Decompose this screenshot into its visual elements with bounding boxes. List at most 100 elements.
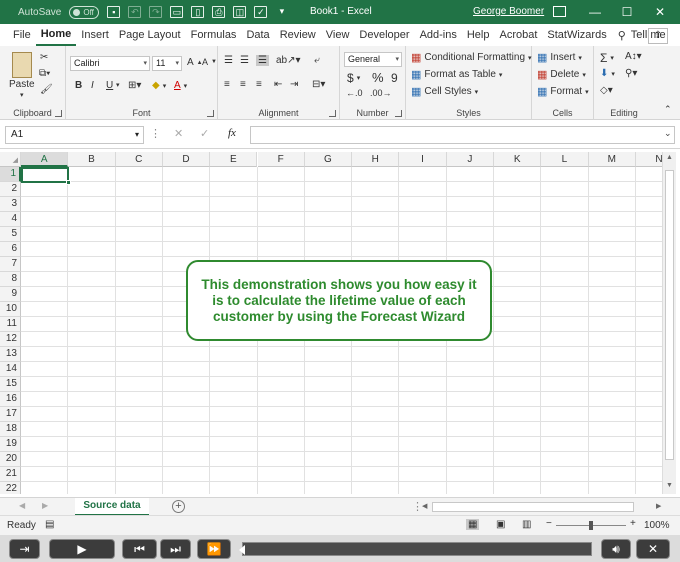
- vertical-scroll-thumb[interactable]: [665, 170, 674, 460]
- fill-color-icon[interactable]: ◆ ▾: [152, 80, 166, 91]
- macro-record-icon[interactable]: ▤: [45, 519, 54, 530]
- row-header[interactable]: 22: [0, 482, 21, 494]
- tab-developer[interactable]: Developer: [354, 24, 414, 46]
- align-left-icon[interactable]: ≡: [224, 79, 230, 90]
- row-header[interactable]: 12: [0, 332, 21, 347]
- font-name-select[interactable]: Calibri ▾: [70, 56, 150, 71]
- conditional-formatting-button[interactable]: ▦ Conditional Formatting ▾: [411, 51, 532, 64]
- scroll-down-icon[interactable]: ▼: [666, 482, 673, 489]
- page-layout-view-icon[interactable]: ▣: [496, 519, 505, 530]
- maximize-icon[interactable]: ☐: [612, 2, 642, 22]
- delete-cells-button[interactable]: ▦ Delete ▾: [537, 68, 586, 81]
- increase-font-icon[interactable]: A ▲: [187, 57, 203, 68]
- column-header[interactable]: D: [162, 152, 211, 167]
- tab-help[interactable]: Help: [462, 24, 495, 46]
- next-step-button[interactable]: ⏭: [160, 539, 191, 559]
- font-launcher-icon[interactable]: [207, 110, 214, 117]
- vertical-scrollbar[interactable]: ▲ ▼: [662, 152, 676, 494]
- row-header[interactable]: 18: [0, 422, 21, 437]
- row-header[interactable]: 2: [0, 182, 21, 197]
- save-icon[interactable]: ▪: [107, 6, 121, 18]
- alignment-launcher-icon[interactable]: [329, 110, 336, 117]
- decrease-font-icon[interactable]: A ▼: [202, 57, 217, 67]
- underline-dropdown-icon[interactable]: ▾: [116, 81, 120, 89]
- align-center-icon[interactable]: ≡: [240, 79, 246, 90]
- row-header[interactable]: 20: [0, 452, 21, 467]
- row-header[interactable]: 11: [0, 317, 21, 332]
- scroll-right-icon[interactable]: ▶: [656, 502, 661, 510]
- row-header[interactable]: 21: [0, 467, 21, 482]
- column-header[interactable]: N: [635, 152, 662, 167]
- print-icon[interactable]: ⎙: [212, 6, 226, 18]
- tab-acrobat[interactable]: Acrobat: [494, 24, 542, 46]
- font-size-select[interactable]: 11 ▾: [152, 56, 182, 71]
- redo-icon[interactable]: ↷: [149, 6, 163, 18]
- clear-icon[interactable]: ◇▾: [600, 85, 613, 96]
- print-preview-icon[interactable]: ◫: [233, 6, 247, 18]
- clipboard-launcher-icon[interactable]: [55, 110, 62, 117]
- merge-center-icon[interactable]: ⊟▾: [312, 79, 325, 90]
- number-launcher-icon[interactable]: [395, 110, 402, 117]
- column-header[interactable]: E: [210, 152, 258, 167]
- row-header[interactable]: 7: [0, 257, 21, 272]
- open-folder-icon[interactable]: ▭: [170, 6, 184, 18]
- row-header[interactable]: 3: [0, 197, 21, 212]
- row-header[interactable]: 8: [0, 272, 21, 287]
- column-header[interactable]: C: [115, 152, 163, 167]
- sort-filter-icon[interactable]: A↕▾: [625, 51, 642, 62]
- new-file-icon[interactable]: ▯: [191, 6, 205, 18]
- sheet-tab-source-data[interactable]: Source data: [75, 498, 149, 516]
- row-header[interactable]: 6: [0, 242, 21, 257]
- comma-button[interactable]: 9: [391, 71, 398, 85]
- expand-formula-bar-icon[interactable]: ⌄: [664, 128, 672, 139]
- close-demo-button[interactable]: ✕: [636, 539, 670, 559]
- decrease-decimal-icon[interactable]: .00→: [370, 88, 392, 98]
- scroll-left-icon[interactable]: ◀: [422, 502, 427, 510]
- cell-styles-button[interactable]: ▦ Cell Styles ▾: [411, 85, 478, 98]
- column-header[interactable]: J: [446, 152, 494, 167]
- row-header[interactable]: 19: [0, 437, 21, 452]
- tab-home[interactable]: Home: [35, 24, 77, 46]
- align-right-icon[interactable]: ≡: [256, 79, 262, 90]
- confirm-entry-icon[interactable]: ✓: [200, 127, 209, 140]
- close-icon[interactable]: ✕: [645, 2, 675, 22]
- minimize-icon[interactable]: —: [580, 2, 610, 22]
- row-header[interactable]: 16: [0, 392, 21, 407]
- page-break-view-icon[interactable]: ▥: [522, 519, 531, 530]
- tab-file[interactable]: File: [8, 24, 36, 46]
- previous-sheet-icon[interactable]: ◀: [19, 501, 25, 510]
- number-format-select[interactable]: General ▾: [344, 52, 402, 67]
- format-cells-button[interactable]: ▦ Format ▾: [537, 85, 589, 98]
- format-painter-icon[interactable]: 🖌︎: [40, 84, 53, 95]
- insert-cells-button[interactable]: ▦ Insert ▾: [537, 51, 582, 64]
- zoom-level[interactable]: 100%: [644, 520, 670, 531]
- tab-review[interactable]: Review: [275, 24, 321, 46]
- horizontal-scroll-thumb[interactable]: [432, 502, 634, 512]
- select-all-corner[interactable]: ◢: [0, 152, 21, 167]
- lightbulb-icon[interactable]: ⚲: [618, 29, 626, 42]
- tab-add-ins[interactable]: Add-ins: [415, 24, 462, 46]
- autosave-toggle[interactable]: Off: [69, 5, 100, 19]
- zoom-slider-thumb[interactable]: [589, 521, 593, 530]
- underline-button[interactable]: U: [106, 80, 113, 91]
- scroll-up-icon[interactable]: ▲: [666, 154, 673, 161]
- row-header[interactable]: 15: [0, 377, 21, 392]
- font-color-icon[interactable]: A ▾: [174, 80, 187, 91]
- tab-statwizards[interactable]: StatWizards: [542, 24, 611, 46]
- paste-button[interactable]: Paste ▾: [9, 52, 35, 99]
- tab-formulas[interactable]: Formulas: [186, 24, 242, 46]
- formula-input[interactable]: [250, 126, 675, 144]
- tab-view[interactable]: View: [321, 24, 355, 46]
- italic-button[interactable]: I: [91, 80, 94, 91]
- collapse-ribbon-icon[interactable]: ⌃: [664, 104, 672, 115]
- add-sheet-icon[interactable]: +: [172, 500, 185, 513]
- column-header[interactable]: H: [352, 152, 400, 167]
- customize-qat-icon[interactable]: ▾: [275, 6, 288, 18]
- borders-icon[interactable]: ⊞▾: [128, 80, 141, 91]
- row-header[interactable]: 17: [0, 407, 21, 422]
- cut-icon[interactable]: ✂: [40, 52, 48, 63]
- share-icon[interactable]: ⇪: [648, 28, 668, 44]
- autosum-icon[interactable]: Σ ▾: [600, 51, 614, 65]
- align-middle-icon[interactable]: ☰: [240, 55, 249, 66]
- column-header[interactable]: L: [541, 152, 589, 167]
